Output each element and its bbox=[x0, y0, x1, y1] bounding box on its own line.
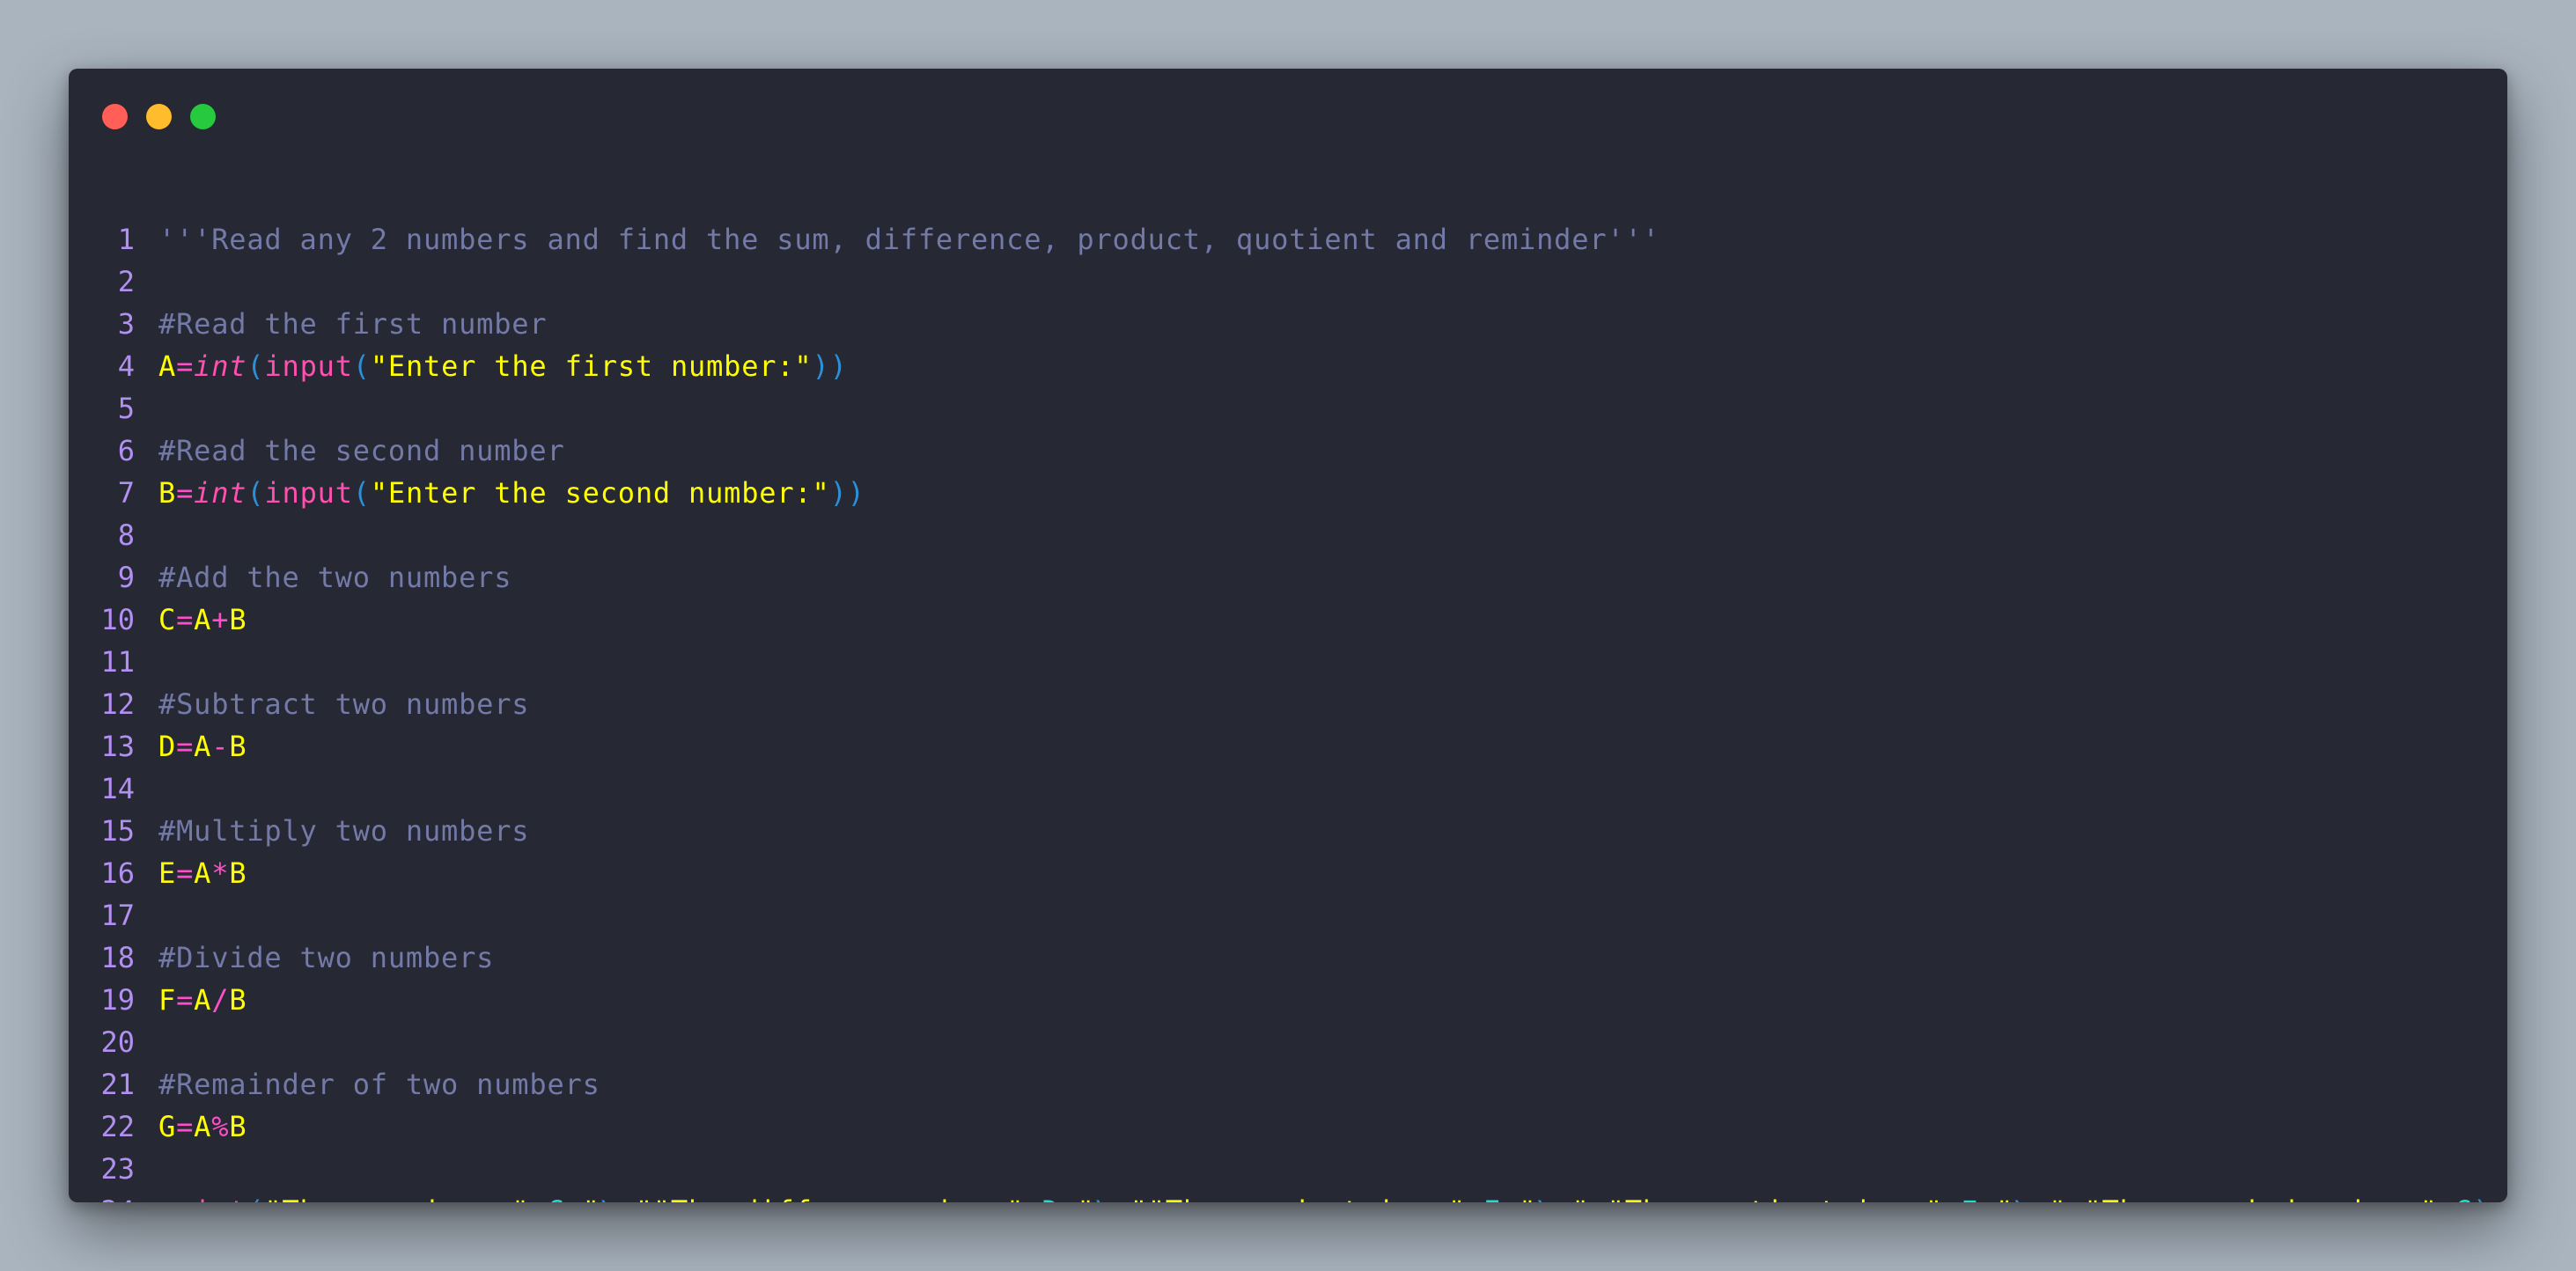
line-number: 19 bbox=[100, 983, 135, 1017]
code-window: 1 '''Read any 2 numbers and find the sum,… bbox=[69, 69, 2507, 1202]
line-source: #Remainder of two numbers bbox=[158, 1068, 600, 1101]
minimize-button[interactable] bbox=[146, 104, 172, 129]
line-number: 2 bbox=[117, 265, 135, 298]
line-source: #Multiply two numbers bbox=[158, 814, 530, 848]
line-number: 9 bbox=[117, 561, 135, 594]
line-source: A=int(input("Enter the first number:")) bbox=[158, 349, 848, 383]
line-source: C=A+B bbox=[158, 603, 247, 636]
code-line[interactable]: 22 G=A%B bbox=[69, 1106, 2507, 1148]
code-line[interactable]: 18 #Divide two numbers bbox=[69, 937, 2507, 979]
window-controls bbox=[102, 104, 216, 130]
code-line[interactable]: 21 #Remainder of two numbers bbox=[69, 1063, 2507, 1106]
code-line[interactable]: 11 bbox=[69, 641, 2507, 683]
code-line[interactable]: 14 bbox=[69, 768, 2507, 810]
code-line[interactable]: 7 B=int(input("Enter the second number:")… bbox=[69, 472, 2507, 514]
line-number: 17 bbox=[100, 899, 135, 932]
line-number: 21 bbox=[100, 1068, 135, 1101]
line-number: 7 bbox=[117, 476, 135, 510]
code-line[interactable]: 24 print("The sum is : ",C,"\n""The diffe… bbox=[69, 1190, 2507, 1202]
code-line[interactable]: 1 '''Read any 2 numbers and find the sum,… bbox=[69, 218, 2507, 261]
line-source: #Subtract two numbers bbox=[158, 687, 530, 721]
line-source: E=A*B bbox=[158, 856, 247, 890]
line-source: B=int(input("Enter the second number:")) bbox=[158, 476, 865, 510]
code-line[interactable]: 20 bbox=[69, 1021, 2507, 1063]
close-button[interactable] bbox=[102, 104, 128, 129]
code-line[interactable]: 3 #Read the first number bbox=[69, 303, 2507, 345]
code-line[interactable]: 17 bbox=[69, 894, 2507, 937]
line-source: F=A/B bbox=[158, 983, 247, 1017]
line-number: 11 bbox=[100, 645, 135, 679]
line-number: 1 bbox=[117, 223, 135, 256]
code-line[interactable]: 15 #Multiply two numbers bbox=[69, 810, 2507, 852]
code-line[interactable]: 4 A=int(input("Enter the first number:")) bbox=[69, 345, 2507, 387]
code-line[interactable]: 5 bbox=[69, 387, 2507, 430]
code-line[interactable]: 12 #Subtract two numbers bbox=[69, 683, 2507, 725]
line-source: G=A%B bbox=[158, 1110, 247, 1143]
code-line[interactable]: 6 #Read the second number bbox=[69, 430, 2507, 472]
code-line[interactable]: 8 bbox=[69, 514, 2507, 556]
line-source: print("The sum is : ",C,"\n""The differe… bbox=[158, 1190, 2491, 1202]
line-number: 16 bbox=[100, 856, 135, 890]
line-number: 8 bbox=[117, 518, 135, 552]
line-number: 3 bbox=[117, 307, 135, 341]
maximize-button[interactable] bbox=[190, 104, 216, 129]
line-number: 14 bbox=[100, 772, 135, 805]
code-line[interactable]: 16 E=A*B bbox=[69, 852, 2507, 894]
line-source: '''Read any 2 numbers and find the sum, … bbox=[158, 223, 1660, 256]
line-number: 22 bbox=[100, 1110, 135, 1143]
line-number: 23 bbox=[100, 1152, 135, 1186]
line-source: #Divide two numbers bbox=[158, 941, 495, 974]
code-line[interactable]: 10 C=A+B bbox=[69, 599, 2507, 641]
line-source: #Read the first number bbox=[158, 307, 548, 341]
line-number: 24 bbox=[69, 1190, 135, 1202]
line-source: #Read the second number bbox=[158, 434, 565, 467]
line-number: 10 bbox=[100, 603, 135, 636]
line-number: 13 bbox=[100, 730, 135, 763]
line-source: #Add the two numbers bbox=[158, 561, 512, 594]
line-number: 4 bbox=[117, 349, 135, 383]
code-line[interactable]: 23 bbox=[69, 1148, 2507, 1190]
code-line[interactable]: 2 bbox=[69, 261, 2507, 303]
code-line[interactable]: 13 D=A-B bbox=[69, 725, 2507, 768]
line-number: 5 bbox=[117, 392, 135, 425]
line-number: 18 bbox=[100, 941, 135, 974]
code-line[interactable]: 9 #Add the two numbers bbox=[69, 556, 2507, 599]
line-source: D=A-B bbox=[158, 730, 247, 763]
code-line[interactable]: 19 F=A/B bbox=[69, 979, 2507, 1021]
line-number: 12 bbox=[100, 687, 135, 721]
line-number: 15 bbox=[100, 814, 135, 848]
line-number: 6 bbox=[117, 434, 135, 467]
line-number: 20 bbox=[100, 1025, 135, 1059]
